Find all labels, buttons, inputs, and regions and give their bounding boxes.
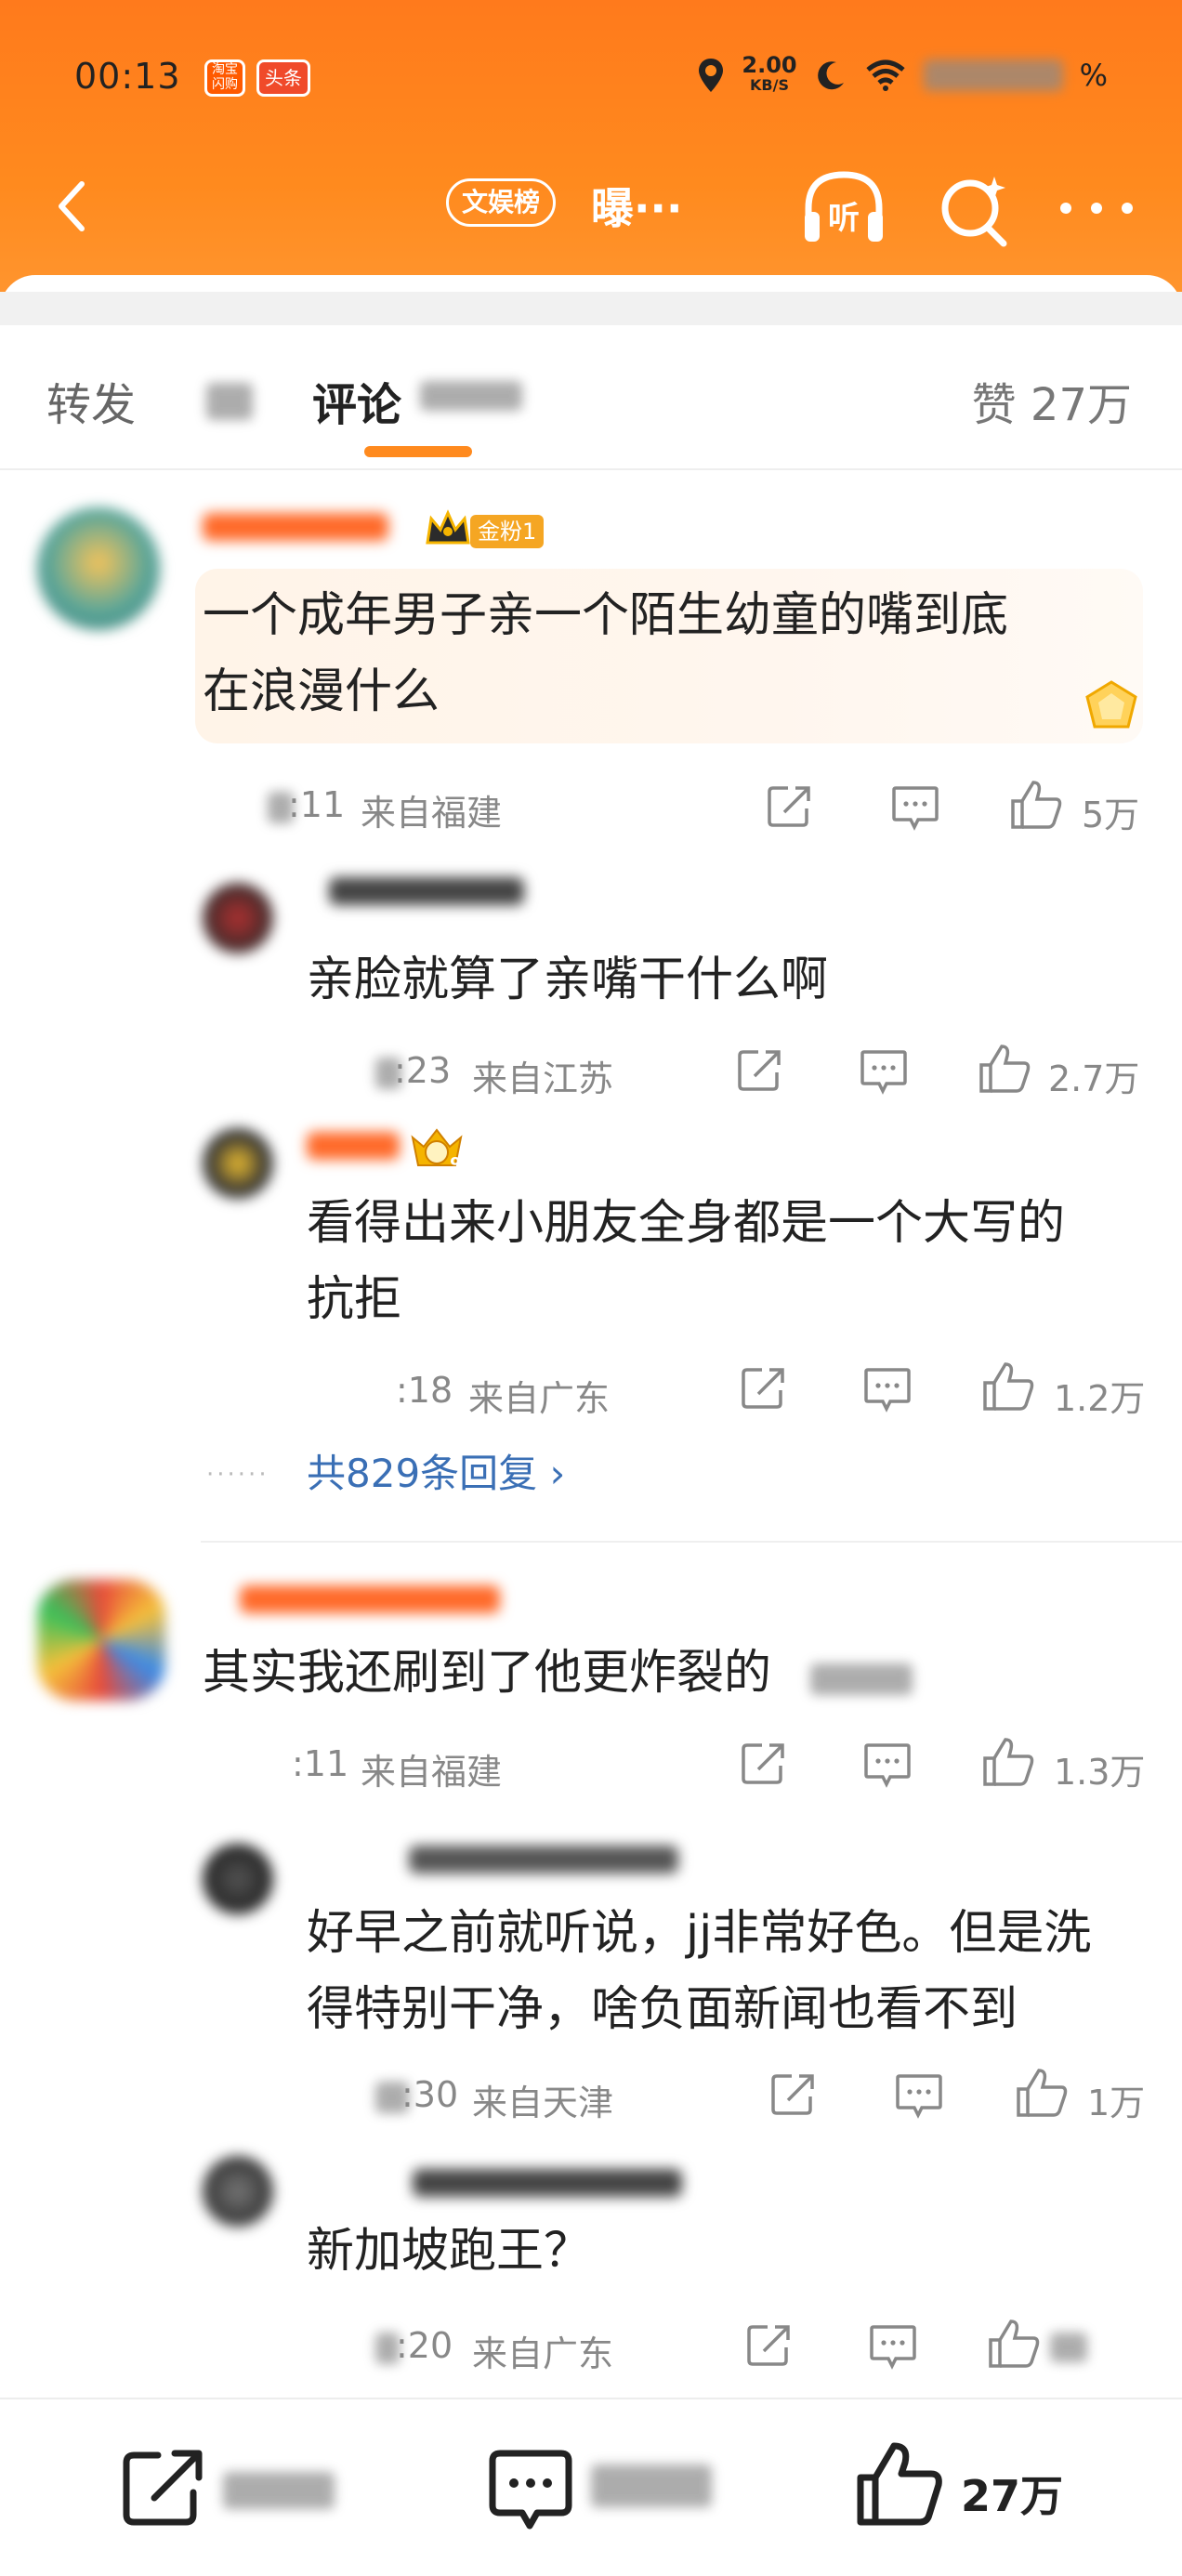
battery-percent: % xyxy=(1079,58,1108,93)
navbar: 文娱榜 曝··· 听 xyxy=(0,167,1182,247)
moon-icon xyxy=(817,61,844,90)
like-count-blurred xyxy=(1050,2333,1087,2362)
share-icon[interactable] xyxy=(121,2448,206,2528)
tab-repost[interactable]: 转发 xyxy=(46,368,136,433)
comment-time: :30 xyxy=(401,2074,459,2115)
comment-location: 来自福建 xyxy=(361,1752,503,1793)
username-blurred[interactable] xyxy=(413,2169,682,2197)
username-blurred[interactable] xyxy=(240,1585,500,1613)
username-blurred[interactable] xyxy=(203,513,388,541)
like-count: 1.3万 xyxy=(1054,1752,1146,1793)
wifi-icon xyxy=(865,59,905,91)
app-notification-icon: 头条 xyxy=(256,59,310,97)
comment-count-blurred xyxy=(591,2464,712,2507)
status-right: 2.00 KB/S % xyxy=(697,52,1108,99)
tab-like[interactable]: 赞 27万 xyxy=(972,368,1132,433)
username-blurred[interactable] xyxy=(329,877,524,905)
avatar[interactable] xyxy=(203,1128,273,1199)
fan-badge: 金粉1 xyxy=(470,515,545,548)
share-icon[interactable] xyxy=(740,1740,788,1788)
ranking-tag[interactable]: 文娱榜 xyxy=(446,178,557,227)
comment-location: 来自广东 xyxy=(468,1378,611,1419)
more-icon[interactable] xyxy=(1055,177,1138,232)
like-icon[interactable] xyxy=(855,2440,944,2530)
comment-icon[interactable] xyxy=(868,2323,918,2370)
avatar[interactable] xyxy=(203,1844,273,1914)
reply-text: 亲脸就算了亲嘴干什么啊 xyxy=(307,953,829,1007)
tab-bar: 转发 评论 赞 27万 xyxy=(0,325,1182,470)
reply-text: 新加坡跑王？ xyxy=(307,2224,592,2279)
comment-text: 一个成年男子亲一个陌生幼童的嘴到底 在浪漫什么 xyxy=(203,588,1009,719)
crown-icon xyxy=(426,509,470,545)
header: 00:13 淘宝闪购 头条 2.00 KB/S % 文娱榜 曝··· 听 xyxy=(0,0,1182,307)
like-count: 1万 xyxy=(1087,2083,1146,2123)
signal-icon-blurred xyxy=(923,59,1063,91)
like-icon[interactable] xyxy=(1009,779,1063,831)
comment-text: 其实我还刷到了他更炸裂的 xyxy=(203,1646,772,1701)
crown-icon: 9 xyxy=(411,1128,463,1173)
more-dots: ······ xyxy=(206,1461,269,1489)
back-icon[interactable] xyxy=(46,178,102,234)
like-count: 27万 xyxy=(961,2471,1064,2521)
comment-icon[interactable] xyxy=(894,2072,944,2119)
status-bar: 00:13 淘宝闪购 头条 2.00 KB/S % xyxy=(74,52,1108,99)
avatar[interactable] xyxy=(203,883,273,953)
share-icon[interactable] xyxy=(766,782,814,831)
svg-text:9: 9 xyxy=(450,1154,462,1173)
avatar[interactable] xyxy=(203,2156,273,2227)
comment-time: :20 xyxy=(396,2325,453,2366)
comment-icon[interactable] xyxy=(890,784,940,831)
share-icon[interactable] xyxy=(745,2321,794,2370)
like-icon[interactable] xyxy=(1015,2067,1069,2119)
search-icon[interactable] xyxy=(935,171,1013,249)
comment-location: 来自福建 xyxy=(361,793,503,834)
like-count: 5万 xyxy=(1082,795,1140,835)
comment-time: :11 xyxy=(288,784,346,825)
repost-count-blurred xyxy=(206,383,253,420)
comment-icon[interactable] xyxy=(859,1048,909,1095)
comment-location: 来自天津 xyxy=(472,2083,614,2123)
net-speed: 2.00 KB/S xyxy=(742,52,797,94)
like-icon[interactable] xyxy=(981,1360,1035,1413)
share-icon[interactable] xyxy=(769,2070,818,2119)
more-replies-link[interactable]: 共829条回复 › xyxy=(307,1442,565,1499)
comment-time: :11 xyxy=(292,1743,349,1784)
reply-text: 好早之前就听说，jj非常好色。但是洗 得特别干净，啥负面新闻也看不到 xyxy=(307,1906,1092,2037)
gem-icon xyxy=(1085,680,1137,729)
comment-time: :18 xyxy=(396,1370,453,1411)
comment-divider xyxy=(201,1541,1182,1543)
share-icon[interactable] xyxy=(736,1046,784,1095)
active-tab-indicator xyxy=(364,446,472,457)
status-time: 00:13 xyxy=(74,56,181,97)
comment-count-blurred xyxy=(420,381,522,411)
location-icon xyxy=(699,59,724,92)
like-count: 2.7万 xyxy=(1048,1058,1140,1099)
app-notification-icon: 淘宝闪购 xyxy=(204,59,245,97)
like-icon[interactable] xyxy=(987,2318,1041,2370)
like-count: 1.2万 xyxy=(1054,1378,1146,1419)
comment-icon[interactable] xyxy=(862,1741,913,1788)
svg-text:听: 听 xyxy=(828,200,860,237)
comment-icon[interactable] xyxy=(487,2448,574,2533)
like-icon[interactable] xyxy=(978,1043,1031,1095)
bottom-action-bar: 27万 xyxy=(0,2398,1182,2576)
headphone-icon[interactable]: 听 xyxy=(799,167,888,251)
share-icon[interactable] xyxy=(740,1364,788,1413)
avatar[interactable] xyxy=(37,507,160,630)
reply-text: 看得出来小朋友全身都是一个大写的 抗拒 xyxy=(307,1196,1066,1327)
page-title: 曝··· xyxy=(591,183,683,233)
username-blurred[interactable] xyxy=(307,1132,400,1160)
comment-location: 来自江苏 xyxy=(472,1058,614,1099)
avatar[interactable] xyxy=(37,1580,165,1701)
comment-location: 来自广东 xyxy=(472,2333,614,2374)
tab-comment[interactable]: 评论 xyxy=(312,368,401,433)
repost-count-blurred xyxy=(223,2472,335,2509)
comment-time: :23 xyxy=(394,1050,452,1091)
comment-icon[interactable] xyxy=(862,1366,913,1413)
sheet-divider-band xyxy=(0,292,1182,325)
username-blurred[interactable] xyxy=(409,1846,678,1873)
text-blurred xyxy=(810,1663,913,1695)
like-icon[interactable] xyxy=(981,1736,1035,1788)
